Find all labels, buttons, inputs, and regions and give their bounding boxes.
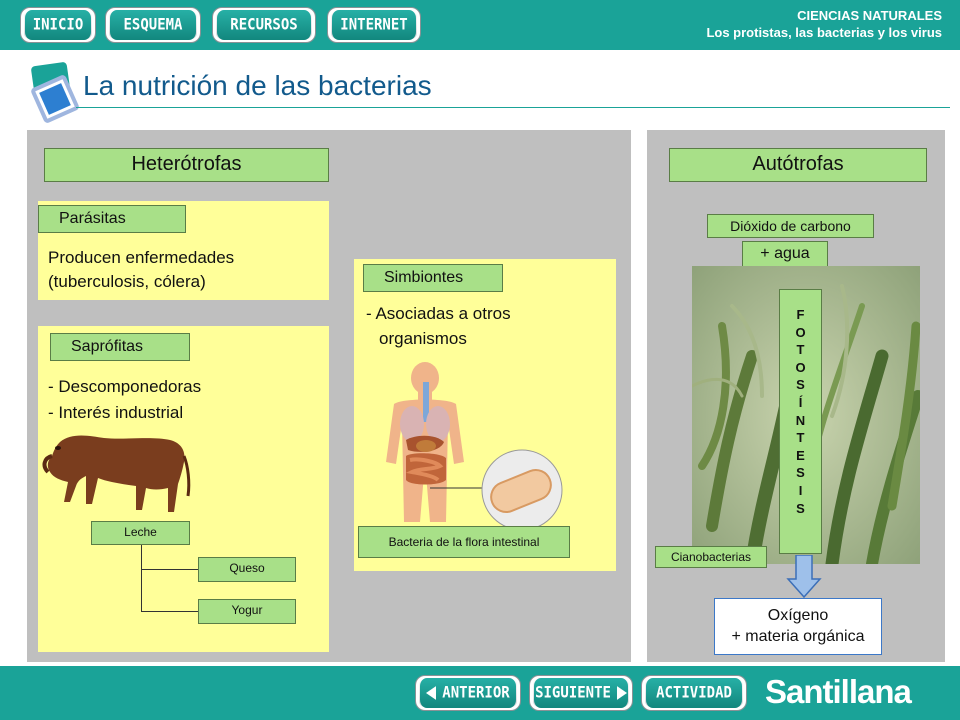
fotosintesis-box: FOTOSÍNTESIS [779, 289, 822, 554]
yogur-box: Yogur [198, 599, 296, 624]
anterior-button[interactable]: ANTERIOR [415, 675, 521, 711]
oxigeno-box: Oxígeno + materia orgánica [714, 598, 882, 655]
tree-branch-yogur [141, 611, 198, 612]
saprofitas-text-1: - Descomponedoras [48, 377, 202, 396]
parasitas-text-2: (tuberculosis, cólera) [48, 272, 206, 291]
internet-label: INTERNET [332, 10, 416, 40]
siguiente-button[interactable]: SIGUIENTE [529, 675, 633, 711]
fotosintesis-letter: S [796, 465, 805, 481]
fotosintesis-letter: S [796, 500, 805, 516]
actividad-button[interactable]: ACTIVIDAD [641, 675, 747, 711]
recursos-button[interactable]: RECURSOS [212, 7, 316, 43]
saprofitas-text-2: - Interés industrial [48, 403, 184, 422]
fotosintesis-letter: E [796, 447, 805, 463]
subject-title: CIENCIAS NATURALES [797, 8, 942, 23]
inicio-button[interactable]: INICIO [20, 7, 96, 43]
fotosintesis-letter: I [798, 482, 803, 498]
parasitas-text-1: Producen enfermedades [48, 248, 235, 267]
flora-intestinal-caption: Bacteria de la flora intestinal [358, 526, 570, 558]
materia-organica-text: + materia orgánica [731, 628, 865, 645]
simbiontes-text-1: - Asociadas a otros [366, 304, 511, 323]
fotosintesis-letter: Í [798, 394, 803, 410]
fotosintesis-letter: O [795, 359, 806, 375]
oxigeno-text: Oxígeno [767, 607, 829, 624]
cianobacterias-label: Cianobacterias [655, 546, 767, 568]
fotosintesis-letters: FOTOSÍNTESIS [780, 290, 821, 517]
parasitas-label: Parásitas [38, 205, 186, 233]
autotrofas-header: Autótrofas [669, 148, 927, 182]
fotosintesis-letter: T [796, 342, 805, 358]
tree-branch-queso [141, 569, 198, 570]
saprofitas-label: Saprófitas [50, 333, 190, 361]
bacteria-zoom-image [430, 449, 563, 531]
siguiente-inner: SIGUIENTE [534, 678, 628, 708]
anterior-label: ANTERIOR [442, 683, 510, 703]
tree-trunk-line [141, 545, 142, 612]
title-divider [76, 107, 950, 108]
esquema-label: ESQUEMA [110, 10, 196, 40]
co2-label: Dióxido de carbono [707, 214, 874, 238]
heterotrofas-header: Heterótrofas [44, 148, 329, 182]
queso-box: Queso [198, 557, 296, 582]
page-title: La nutrición de las bacterias [83, 70, 432, 101]
simbiontes-text-2: organismos [379, 329, 467, 348]
arrow-left-icon [426, 686, 437, 700]
anterior-inner: ANTERIOR [420, 678, 516, 708]
subject-heading: CIENCIAS NATURALES Los protistas, las ba… [706, 7, 942, 41]
cow-image [42, 435, 191, 512]
siguiente-label: SIGUIENTE [535, 683, 611, 703]
fotosintesis-letter: S [796, 377, 805, 393]
fotosintesis-letter: O [795, 324, 806, 340]
subject-unit: Los protistas, las bacterias y los virus [706, 25, 942, 40]
recursos-label: RECURSOS [217, 10, 311, 40]
fotosintesis-letter: N [795, 412, 806, 428]
esquema-button[interactable]: ESQUEMA [105, 7, 201, 43]
fotosintesis-letter: T [796, 430, 805, 446]
arrow-right-icon [616, 686, 627, 700]
santillana-logo: Santillana [765, 673, 912, 710]
agua-label: + agua [742, 241, 828, 267]
leche-box: Leche [91, 521, 190, 545]
fotosintesis-letter: F [796, 307, 805, 322]
simbiontes-label: Simbiontes [363, 264, 503, 292]
actividad-label: ACTIVIDAD [646, 678, 742, 708]
inicio-label: INICIO [25, 10, 91, 40]
internet-button[interactable]: INTERNET [327, 7, 421, 43]
down-arrow-icon [786, 555, 822, 599]
